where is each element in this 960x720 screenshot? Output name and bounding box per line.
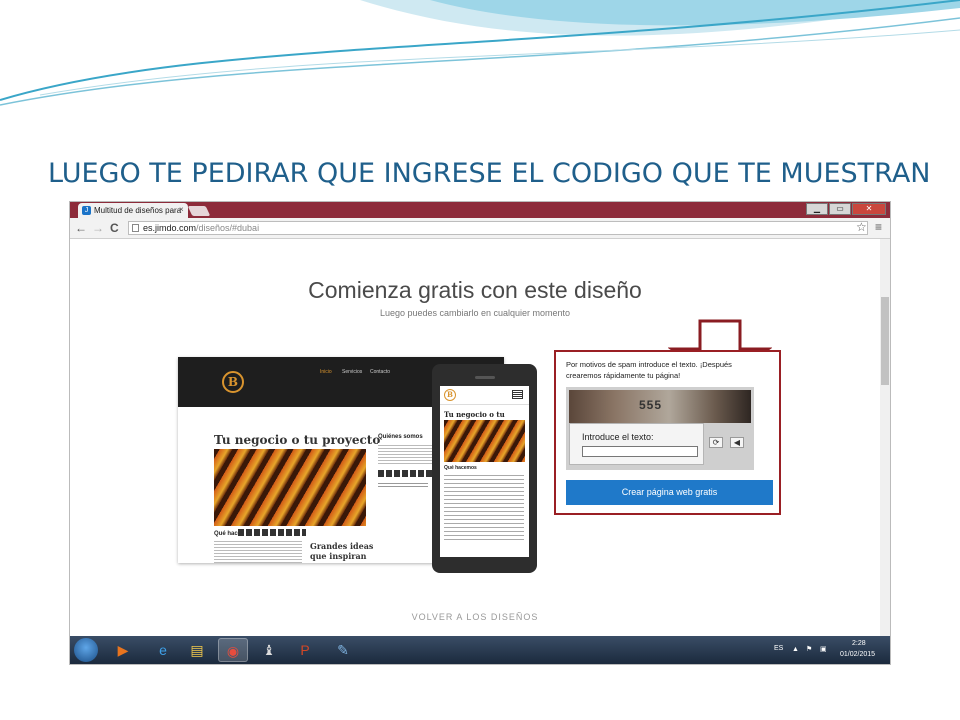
slide-title: LUEGO TE PEDIRAR QUE INGRESE EL CODIGO Q… [48,158,931,189]
reload-icon[interactable]: C [110,221,119,235]
mobile-screen: B Tu negocio o tu proyecto Qué hacemos [440,386,529,557]
captcha-image-text: 555 [639,398,663,412]
chrome-taskbar-icon[interactable]: ◉ [218,638,248,662]
share-icons [238,529,306,536]
powerpoint-taskbar-icon[interactable]: P [290,638,320,662]
phone-speaker [475,376,495,379]
browser-tab-bar: J Multitud de diseños para × ▁ ▭ ✕ [70,202,890,218]
address-bar[interactable]: es.jimdo.com/diseños/#dubai [128,221,868,235]
preview-nav-item: Servicios [342,369,363,375]
social-icons [378,470,434,477]
preview-hero-image [214,449,366,526]
create-site-button[interactable]: Crear página web gratis [566,480,773,505]
preview-section-heading: Quiénes somos [378,434,423,440]
close-tab-icon[interactable]: × [179,205,184,214]
mobile-hero-image [444,420,525,462]
browser-screenshot: J Multitud de diseños para × ▁ ▭ ✕ ← → C… [70,202,890,664]
back-to-designs-link[interactable]: VOLVER A LOS DISEÑOS [70,612,880,622]
audio-speaker-icon[interactable]: ◀ [730,437,744,448]
mobile-header: B [440,386,529,405]
captcha-input[interactable] [582,446,698,457]
captcha-input-area: Introduce el texto: [569,423,704,465]
internet-explorer-taskbar-icon[interactable]: e [148,638,178,662]
new-tab-button[interactable] [187,206,211,216]
preview-address-text [378,481,428,489]
chrome-menu-icon[interactable]: ≡ [875,220,882,234]
header-wave-decoration [0,0,960,106]
scrollbar-thumb[interactable] [881,297,889,385]
language-indicator[interactable]: ES [774,645,783,652]
url-path: /diseños/#dubai [196,223,260,233]
captcha-highlight-box: Por motivos de spam introduce el texto. … [554,350,781,515]
page-subheading: Luego puedes cambiarlo en cualquier mome… [379,308,571,318]
logo-badge: B [222,371,244,393]
preview-placeholder-text [214,539,302,563]
preview-section-heading: Grandes ideas que inspiran [310,541,374,561]
tab-title: Multitud de diseños para [94,206,182,215]
media-player-taskbar-icon[interactable]: ▶ [108,638,138,662]
paint-taskbar-icon[interactable]: ✎ [328,638,358,662]
minimize-button[interactable]: ▁ [806,203,828,215]
page-content: Comienza gratis con este diseño Luego pu… [70,239,880,636]
file-explorer-taskbar-icon[interactable]: ▤ [182,638,212,662]
mobile-placeholder-text [444,472,524,542]
mobile-section-heading: Qué hacemos [444,465,477,471]
back-arrow-icon[interactable]: ← [75,221,87,235]
windows-start-icon[interactable] [74,638,98,662]
browser-tab[interactable]: J Multitud de diseños para × [78,203,188,218]
preview-nav-item: Inicio [320,369,332,375]
preview-nav-item: Contacto [370,369,391,375]
logo-badge: B [444,389,456,401]
mobile-preview: B Tu negocio o tu proyecto Qué hacemos [432,364,537,573]
forward-arrow-icon[interactable]: → [92,221,104,235]
url-domain: es.jimdo.com [143,223,197,233]
vertical-scrollbar[interactable] [880,239,890,636]
page-document-icon [132,224,139,232]
windows-taskbar: ▶ e ▤ ◉ ♝ P ✎ ES ▲ ⚑ ▣ 2:28 01/02/2015 [70,636,890,664]
hamburger-menu-icon [512,390,523,399]
chess-taskbar-icon[interactable]: ♝ [254,638,284,662]
clock-time[interactable]: 2:28 [852,640,866,647]
page-heading: Comienza gratis con este diseño [308,277,642,303]
refresh-icon[interactable]: ⟳ [709,437,723,448]
browser-toolbar: ← → C es.jimdo.com/diseños/#dubai ☆ ≡ [70,218,890,239]
captcha-note: Por motivos de spam introduce el texto. … [566,360,732,380]
preview-title: Tu negocio o tu proyecto [214,433,381,447]
maximize-button[interactable]: ▭ [829,203,851,215]
bookmark-star-icon[interactable]: ☆ [856,220,867,234]
clock-date[interactable]: 01/02/2015 [840,651,875,658]
jimdo-favicon-icon: J [82,206,91,215]
captcha-panel: 555 Introduce el texto: ⟳ ◀ [566,387,754,470]
close-window-button[interactable]: ✕ [852,203,886,215]
captcha-label: Introduce el texto: [582,432,654,442]
flag-icon[interactable]: ⚑ [806,645,812,653]
preview-placeholder-text [378,443,438,465]
network-icon[interactable]: ▣ [820,645,827,653]
tray-arrow-icon[interactable]: ▲ [792,646,799,653]
captcha-image: 555 [569,390,751,423]
